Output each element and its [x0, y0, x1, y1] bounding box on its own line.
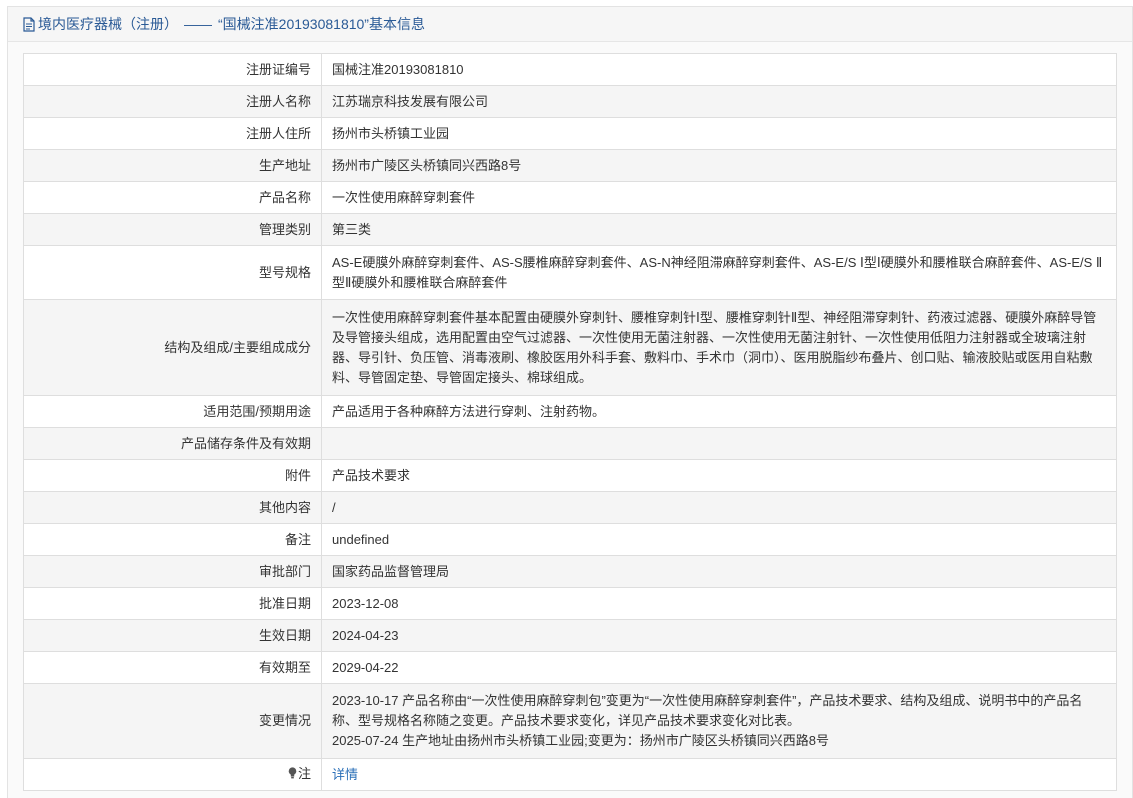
row-value: undefined [321, 523, 1117, 556]
table-row: 生产地址 扬州市广陵区头桥镇同兴西路8号 [23, 149, 1117, 182]
row-label: 有效期至 [23, 651, 322, 684]
info-table: 注册证编号 国械注准20193081810 注册人名称 江苏瑞京科技发展有限公司… [23, 53, 1117, 791]
row-label: 产品储存条件及有效期 [23, 427, 322, 460]
row-label: 生效日期 [23, 619, 322, 652]
row-value: 2024-04-23 [321, 619, 1117, 652]
table-row: 适用范围/预期用途 产品适用于各种麻醉方法进行穿刺、注射药物。 [23, 395, 1117, 428]
row-label: 产品名称 [23, 181, 322, 214]
table-row: 管理类别 第三类 [23, 213, 1117, 246]
document-icon [22, 16, 36, 32]
row-value: 国械注准20193081810 [321, 53, 1117, 86]
row-value: 扬州市头桥镇工业园 [321, 117, 1117, 150]
row-label: 结构及组成/主要组成成分 [23, 299, 322, 396]
table-row: 审批部门 国家药品监督管理局 [23, 555, 1117, 588]
row-label: 备注 [23, 523, 322, 556]
row-value: 扬州市广陵区头桥镇同兴西路8号 [321, 149, 1117, 182]
table-row: 型号规格 AS-E硬膜外麻醉穿刺套件、AS-S腰椎麻醉穿刺套件、AS-N神经阻滞… [23, 245, 1117, 300]
change-entry: 2025-07-24 生产地址由扬州市头桥镇工业园;变更为：扬州市广陵区头桥镇同… [332, 733, 829, 748]
table-row: 附件 产品技术要求 [23, 459, 1117, 492]
lightbulb-icon [288, 765, 297, 785]
row-label: 注册人名称 [23, 85, 322, 118]
table-row: 产品名称 一次性使用麻醉穿刺套件 [23, 181, 1117, 214]
table-row: 产品储存条件及有效期 [23, 427, 1117, 460]
row-label: 生产地址 [23, 149, 322, 182]
row-value: AS-E硬膜外麻醉穿刺套件、AS-S腰椎麻醉穿刺套件、AS-N神经阻滞麻醉穿刺套… [321, 245, 1117, 300]
title-category: 境内医疗器械（注册） [38, 16, 178, 32]
row-label: 附件 [23, 459, 322, 492]
info-table-wrap: 注册证编号 国械注准20193081810 注册人名称 江苏瑞京科技发展有限公司… [23, 53, 1117, 791]
row-value: 2029-04-22 [321, 651, 1117, 684]
table-row: 批准日期 2023-12-08 [23, 587, 1117, 620]
change-entry: 2023-10-17 产品名称由“一次性使用麻醉穿刺包”变更为“一次性使用麻醉穿… [332, 693, 1083, 728]
table-row: 注册人名称 江苏瑞京科技发展有限公司 [23, 85, 1117, 118]
change-label: 变更情况 [23, 683, 322, 759]
row-value [321, 427, 1117, 460]
row-value: 一次性使用麻醉穿刺套件基本配置由硬膜外穿刺针、腰椎穿刺针Ⅰ型、腰椎穿刺针Ⅱ型、神… [321, 299, 1117, 396]
table-row: 有效期至 2029-04-22 [23, 651, 1117, 684]
row-value: 国家药品监督管理局 [321, 555, 1117, 588]
row-value: / [321, 491, 1117, 524]
details-link[interactable]: 详情 [332, 767, 358, 782]
row-value: 产品技术要求 [321, 459, 1117, 492]
title-record: “国械注准20193081810”基本信息 [218, 16, 425, 32]
row-label: 注册人住所 [23, 117, 322, 150]
note-label-cell: 注 [23, 758, 322, 791]
row-value: 2023-12-08 [321, 587, 1117, 620]
page-title: 境内医疗器械（注册） —— “国械注准20193081810”基本信息 [8, 7, 1132, 42]
table-row: 注册人住所 扬州市头桥镇工业园 [23, 117, 1117, 150]
change-value: 2023-10-17 产品名称由“一次性使用麻醉穿刺包”变更为“一次性使用麻醉穿… [321, 683, 1117, 759]
table-row: 注册证编号 国械注准20193081810 [23, 53, 1117, 86]
row-label: 型号规格 [23, 245, 322, 300]
row-label: 注册证编号 [23, 53, 322, 86]
row-value: 一次性使用麻醉穿刺套件 [321, 181, 1117, 214]
row-label: 适用范围/预期用途 [23, 395, 322, 428]
note-value: 详情 [321, 758, 1117, 791]
row-label: 管理类别 [23, 213, 322, 246]
table-row: 生效日期 2024-04-23 [23, 619, 1117, 652]
row-value: 江苏瑞京科技发展有限公司 [321, 85, 1117, 118]
table-row: 其他内容 / [23, 491, 1117, 524]
note-label: 注 [297, 766, 311, 781]
table-row: 结构及组成/主要组成成分 一次性使用麻醉穿刺套件基本配置由硬膜外穿刺针、腰椎穿刺… [23, 299, 1117, 396]
title-separator: —— [184, 16, 212, 32]
table-row: 变更情况 2023-10-17 产品名称由“一次性使用麻醉穿刺包”变更为“一次性… [23, 683, 1117, 759]
row-label: 批准日期 [23, 587, 322, 620]
page-container: 境内医疗器械（注册） —— “国械注准20193081810”基本信息 注册证编… [7, 6, 1133, 798]
table-row: 注 详情 [23, 758, 1117, 791]
row-label: 其他内容 [23, 491, 322, 524]
table-row: 备注 undefined [23, 523, 1117, 556]
row-value: 第三类 [321, 213, 1117, 246]
row-label: 审批部门 [23, 555, 322, 588]
row-value: 产品适用于各种麻醉方法进行穿刺、注射药物。 [321, 395, 1117, 428]
